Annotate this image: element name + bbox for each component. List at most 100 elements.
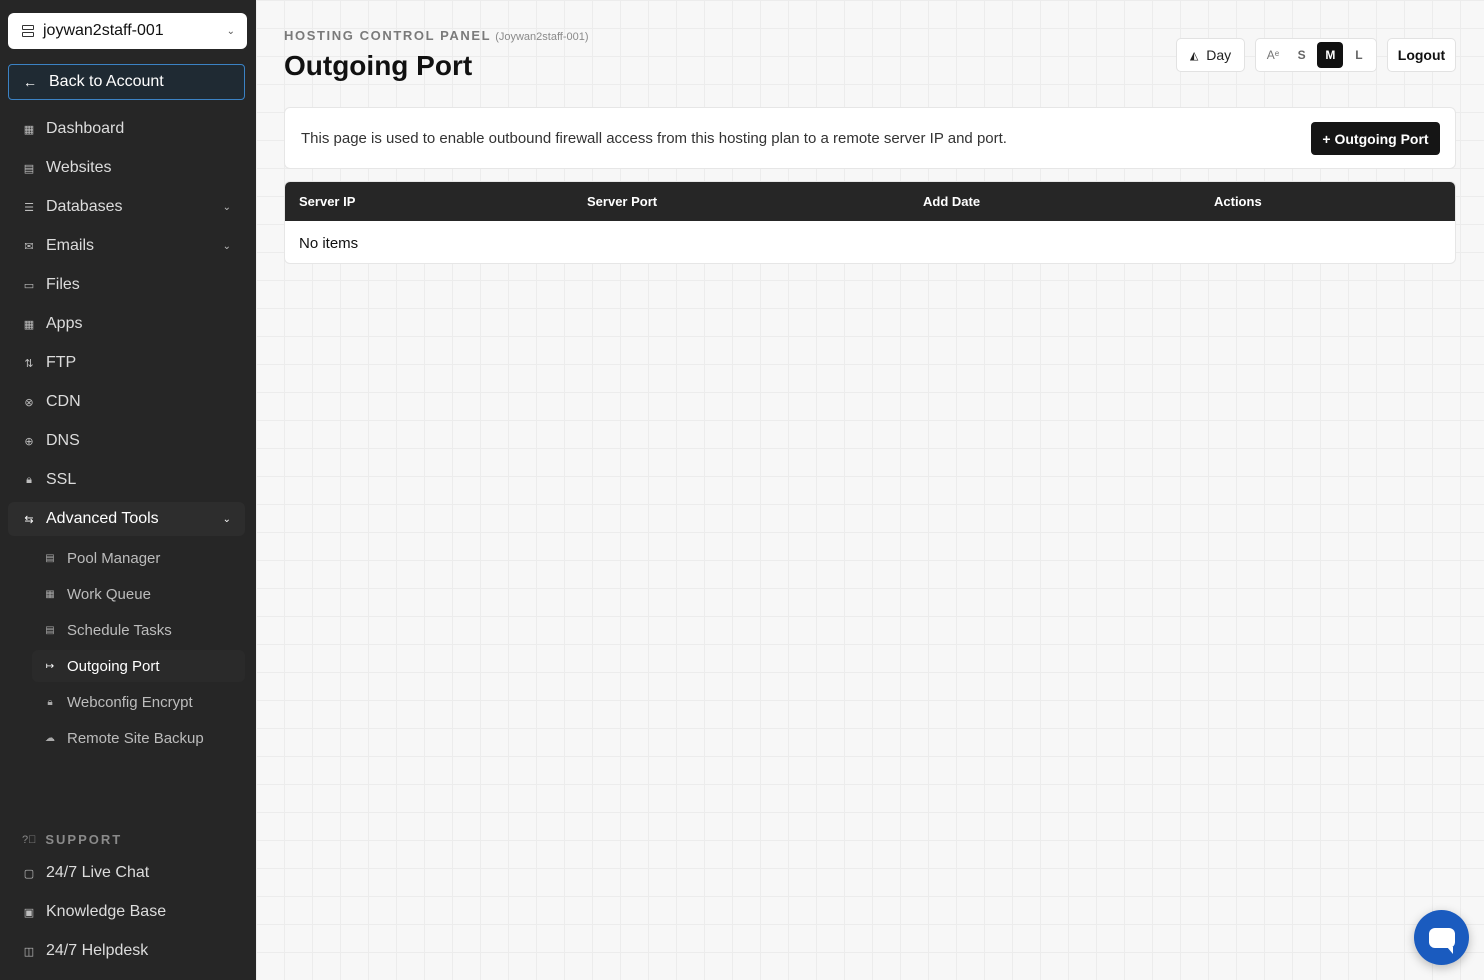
mail-icon: ✉ bbox=[24, 240, 34, 253]
pool-icon: ▤ bbox=[45, 552, 55, 564]
globe-icon: ⊕ bbox=[24, 435, 34, 448]
sidebar-item-label: CDN bbox=[46, 393, 81, 410]
column-header-actions: Actions bbox=[1214, 194, 1262, 209]
back-to-account-button[interactable]: ← Back to Account bbox=[8, 64, 245, 100]
sidebar-subitem-label: Work Queue bbox=[67, 585, 151, 603]
sidebar-item-helpdesk[interactable]: ◫ 24/7 Helpdesk bbox=[8, 934, 245, 968]
sidebar-item-ssl[interactable]: 🔒︎ SSL bbox=[8, 463, 245, 497]
table-empty-state: No items bbox=[299, 234, 359, 252]
sidebar-item-emails[interactable]: ✉ Emails ⌄ bbox=[8, 229, 245, 263]
sidebar-item-label: Knowledge Base bbox=[46, 903, 167, 920]
grid-icon: ▦ bbox=[23, 123, 35, 136]
sidebar-subitem-remote-site-backup[interactable]: ☁ Remote Site Backup bbox=[32, 722, 245, 754]
sidebar-item-cdn[interactable]: ⊗ CDN bbox=[8, 385, 245, 419]
sidebar-item-ftp[interactable]: ⇅ FTP bbox=[8, 346, 245, 380]
sidebar-item-label: Advanced Tools bbox=[46, 510, 159, 527]
table-header: Server IP Server Port Add Date Actions bbox=[285, 182, 1455, 221]
info-text: This page is used to enable outbound fir… bbox=[301, 129, 1007, 147]
font-size-icon: Aᵉ bbox=[1266, 48, 1280, 62]
sidebar-item-dns[interactable]: ⊕ DNS bbox=[8, 424, 245, 458]
theme-label: Day bbox=[1206, 47, 1232, 63]
sidebar-subitem-webconfig-encrypt[interactable]: 🔒︎ Webconfig Encrypt bbox=[32, 686, 245, 718]
size-option-s[interactable]: S bbox=[1289, 42, 1315, 68]
sidebar-item-label: Databases bbox=[46, 198, 123, 215]
sidebar-item-label: Files bbox=[46, 276, 80, 293]
main-content: HOSTING CONTROL PANEL (Joywan2staff-001) … bbox=[256, 0, 1484, 980]
sidebar-item-label: Emails bbox=[46, 237, 95, 254]
sidebar-item-label: Apps bbox=[46, 315, 83, 332]
add-outgoing-port-button[interactable]: + Outgoing Port bbox=[1311, 122, 1440, 155]
chat-bubble-icon bbox=[1428, 927, 1455, 954]
lock-icon: 🔒︎ bbox=[26, 473, 32, 486]
server-icon bbox=[22, 25, 34, 37]
sidebar-subitem-label: Remote Site Backup bbox=[67, 729, 204, 747]
info-card: This page is used to enable outbound fir… bbox=[284, 107, 1456, 169]
sidebar-item-label: FTP bbox=[46, 354, 77, 371]
sidebar-item-live-chat[interactable]: ▢ 24/7 Live Chat bbox=[8, 856, 245, 890]
theme-toggle-button[interactable]: ◭ Day bbox=[1176, 38, 1245, 72]
sidebar-item-websites[interactable]: ▤ Websites bbox=[8, 151, 245, 185]
sidebar-item-label: 24/7 Live Chat bbox=[46, 864, 150, 881]
sidebar-item-label: Dashboard bbox=[46, 120, 125, 137]
apps-icon: ▦ bbox=[23, 318, 35, 331]
sidebar-subitem-outgoing-port[interactable]: ↦ Outgoing Port bbox=[32, 650, 245, 682]
sidebar-subitem-schedule-tasks[interactable]: ▤ Schedule Tasks bbox=[32, 614, 245, 646]
sidebar-subitem-label: Schedule Tasks bbox=[67, 621, 172, 639]
sun-icon: ◭ bbox=[1189, 49, 1199, 62]
outgoing-port-table: Server IP Server Port Add Date Actions N… bbox=[284, 181, 1456, 264]
size-option-l[interactable]: L bbox=[1346, 42, 1372, 68]
account-select[interactable]: joywan2staff-001 ⌄ bbox=[8, 13, 247, 49]
chat-icon: ▢ bbox=[23, 867, 35, 880]
sidebar-item-apps[interactable]: ▦ Apps bbox=[8, 307, 245, 341]
sidebar-item-files[interactable]: ▭ Files bbox=[8, 268, 245, 302]
sidebar-subitem-label: Outgoing Port bbox=[67, 657, 160, 675]
sidebar-item-label: Websites bbox=[46, 159, 112, 176]
support-heading: ?⃝ SUPPORT bbox=[22, 832, 122, 847]
logout-button[interactable]: Logout bbox=[1387, 38, 1456, 72]
sidebar-subitem-label: Webconfig Encrypt bbox=[67, 693, 193, 711]
sidebar-subitem-label: Pool Manager bbox=[67, 549, 161, 567]
sidebar-item-dashboard[interactable]: ▦ Dashboard bbox=[8, 112, 245, 146]
database-icon: ☰ bbox=[24, 201, 34, 214]
support-title: SUPPORT bbox=[45, 832, 123, 847]
size-option-m[interactable]: M bbox=[1317, 42, 1344, 68]
chevron-down-icon: ⌄ bbox=[222, 240, 231, 252]
sidebar-subitem-pool-manager[interactable]: ▤ Pool Manager bbox=[32, 542, 245, 574]
chevron-down-icon: ⌄ bbox=[222, 513, 231, 525]
book-icon: ▣ bbox=[23, 906, 35, 919]
sidebar-item-advanced-tools[interactable]: ⇆ Advanced Tools ⌄ bbox=[8, 502, 245, 536]
sidebar-item-label: SSL bbox=[46, 471, 77, 488]
arrow-left-icon: ← bbox=[23, 74, 37, 90]
help-circle-icon: ?⃝ bbox=[22, 833, 37, 846]
font-size-selector: Aᵉ S M L bbox=[1255, 38, 1377, 72]
sidebar-item-label: 24/7 Helpdesk bbox=[46, 942, 149, 959]
chevron-down-icon: ⌄ bbox=[222, 201, 231, 213]
live-chat-launcher[interactable] bbox=[1414, 910, 1469, 965]
port-icon: ↦ bbox=[45, 660, 55, 672]
panel-eyebrow: HOSTING CONTROL PANEL (Joywan2staff-001) bbox=[284, 28, 589, 43]
tools-icon: ⇆ bbox=[24, 513, 34, 526]
account-label: joywan2staff-001 bbox=[43, 22, 164, 39]
column-header-add-date[interactable]: Add Date bbox=[923, 194, 980, 209]
browser-icon: ▤ bbox=[23, 162, 35, 175]
cloud-icon: ☁ bbox=[45, 732, 55, 744]
calendar-icon: ▤ bbox=[45, 624, 55, 636]
cdn-icon: ⊗ bbox=[24, 396, 34, 409]
back-label: Back to Account bbox=[49, 73, 164, 90]
eyebrow-account: (Joywan2staff-001) bbox=[495, 31, 589, 43]
helpdesk-icon: ◫ bbox=[23, 945, 35, 958]
page-title: Outgoing Port bbox=[284, 50, 473, 81]
sidebar-subitem-work-queue[interactable]: ▦ Work Queue bbox=[32, 578, 245, 610]
sidebar-item-databases[interactable]: ☰ Databases ⌄ bbox=[8, 190, 245, 224]
transfer-icon: ⇅ bbox=[24, 357, 34, 370]
lock-icon: 🔒︎ bbox=[47, 696, 53, 708]
column-header-server-ip[interactable]: Server IP bbox=[299, 194, 355, 209]
folder-icon: ▭ bbox=[23, 279, 35, 292]
queue-icon: ▦ bbox=[45, 588, 55, 600]
chevron-down-icon: ⌄ bbox=[226, 25, 235, 37]
sidebar: joywan2staff-001 ⌄ ← Back to Account ▦ D… bbox=[0, 0, 256, 980]
eyebrow-text: HOSTING CONTROL PANEL bbox=[284, 28, 492, 43]
column-header-server-port[interactable]: Server Port bbox=[587, 194, 657, 209]
sidebar-item-knowledge-base[interactable]: ▣ Knowledge Base bbox=[8, 895, 245, 929]
sidebar-item-label: DNS bbox=[46, 432, 80, 449]
